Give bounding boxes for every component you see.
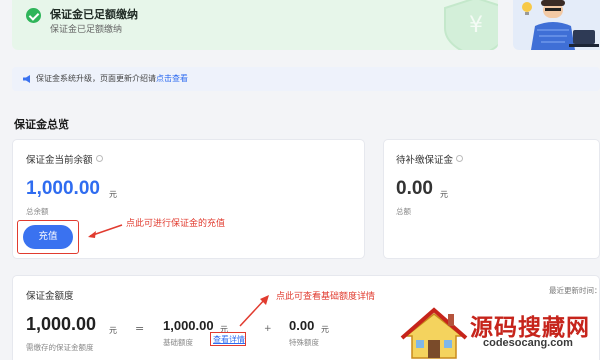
notice-text: 保证金系统升级，页面更新介绍请点击查看 xyxy=(36,73,188,84)
balance-label-wrap: 保证金当前余额 xyxy=(26,152,103,166)
balance-amount: 1,000.00 xyxy=(26,178,100,199)
info-icon xyxy=(95,155,103,162)
required-label: 需缴存的保证金额度 xyxy=(26,343,94,352)
special-amount: 0.00 xyxy=(289,318,315,333)
special-label: 特殊额度 xyxy=(289,338,319,347)
view-details-link[interactable]: 查看详情 xyxy=(213,334,245,345)
status-banner: 保证金已足额缴纳 保证金已足额缴纳 ¥ xyxy=(12,0,498,50)
info-icon xyxy=(456,155,464,162)
recharge-annotation: 点此可进行保证金的充值 xyxy=(126,219,226,229)
notice-message: 保证金系统升级，页面更新介绍请 xyxy=(36,74,156,83)
check-circle-icon xyxy=(26,8,41,23)
pending-label: 待补缴保证金 xyxy=(396,155,454,166)
annotation-arrow-detail xyxy=(239,295,269,327)
watermark-url: codesocang.com xyxy=(483,337,573,349)
notice-link[interactable]: 点击查看 xyxy=(156,74,188,83)
required-amount: 1,000.00 xyxy=(26,314,97,334)
person-laptop-illustration xyxy=(522,0,599,50)
base-amount: 1,000.00 xyxy=(163,318,214,333)
banner-subtitle: 保证金已足额缴纳 xyxy=(50,25,123,35)
svg-text:¥: ¥ xyxy=(469,13,483,38)
quota-label: 保证金额度 xyxy=(26,291,74,302)
notice-bar: 保证金系统升级，页面更新介绍请点击查看 xyxy=(12,67,600,91)
balance-sublabel: 总余额 xyxy=(26,207,49,216)
balance-label: 保证金当前余额 xyxy=(26,155,93,166)
base-label: 基础额度 xyxy=(163,338,193,347)
detail-annotation: 点此可查看基础额度详情 xyxy=(276,292,376,302)
section-title: 保证金总览 xyxy=(14,118,69,131)
pending-unit: 元 xyxy=(440,190,448,199)
required-unit: 元 xyxy=(109,326,117,335)
shield-yuan-icon: ¥ xyxy=(444,0,498,50)
last-updated: 最近更新时间： xyxy=(549,286,600,295)
pending-label-wrap: 待补缴保证金 xyxy=(396,152,464,166)
pending-amount: 0.00 xyxy=(396,178,433,199)
megaphone-icon xyxy=(23,75,30,83)
annotation-arrow-recharge xyxy=(88,224,123,238)
special-unit: 元 xyxy=(321,325,329,334)
equals-sign: = xyxy=(135,322,145,335)
recharge-button[interactable]: 充值 xyxy=(23,225,73,249)
illustration xyxy=(513,0,600,50)
banner-title: 保证金已足额缴纳 xyxy=(50,8,138,21)
pending-sublabel: 总额 xyxy=(396,207,411,216)
pending-card: 待补缴保证金 0.00 元 总额 xyxy=(383,139,600,259)
balance-unit: 元 xyxy=(109,190,117,199)
